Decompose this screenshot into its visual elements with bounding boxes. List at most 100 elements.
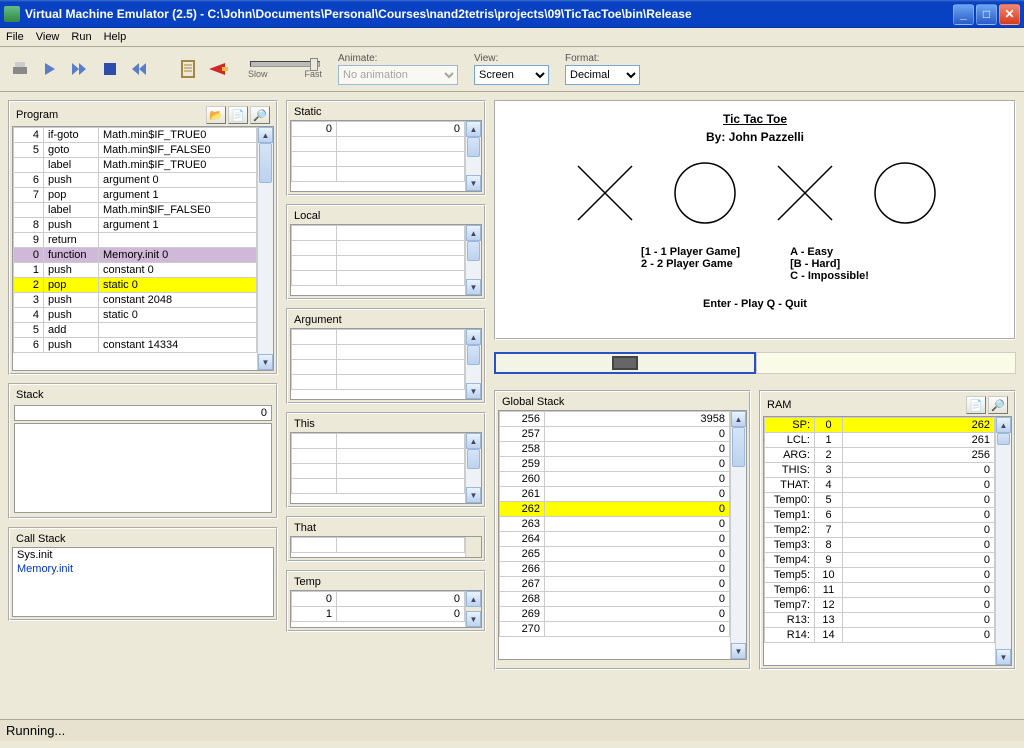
new-icon[interactable]: 📄 — [228, 106, 248, 124]
ram-row[interactable]: Temp4:90 — [765, 553, 995, 568]
callstack-item[interactable]: Sys.init — [13, 548, 273, 562]
table-row[interactable]: 00 — [292, 592, 465, 607]
close-button[interactable]: ✕ — [999, 4, 1020, 25]
open-icon[interactable]: 📂 — [206, 106, 226, 124]
ram-row[interactable]: Temp6:110 — [765, 583, 995, 598]
table-row[interactable]: 2640 — [500, 532, 730, 547]
table-row[interactable]: 2570 — [500, 427, 730, 442]
table-row[interactable]: 2580 — [500, 442, 730, 457]
program-row[interactable]: 5add — [14, 323, 257, 338]
rewind-button[interactable] — [128, 57, 152, 81]
program-row[interactable]: labelMath.min$IF_TRUE0 — [14, 158, 257, 173]
table-row[interactable] — [292, 360, 465, 375]
program-row[interactable]: 3pushconstant 2048 — [14, 293, 257, 308]
ram-row[interactable]: Temp0:50 — [765, 493, 995, 508]
table-row[interactable]: 2680 — [500, 592, 730, 607]
maximize-button[interactable]: □ — [976, 4, 997, 25]
program-row[interactable]: 7popargument 1 — [14, 188, 257, 203]
program-row[interactable]: 8pushargument 1 — [14, 218, 257, 233]
keyboard-input[interactable] — [494, 352, 756, 374]
table-row[interactable] — [292, 241, 465, 256]
table-row[interactable]: 2700 — [500, 622, 730, 637]
ram-scrollbar[interactable]: ▲▼ — [995, 417, 1011, 665]
table-row[interactable] — [292, 137, 465, 152]
table-row[interactable] — [292, 167, 465, 182]
ram-row[interactable]: SP:0262 — [765, 418, 995, 433]
static-scrollbar[interactable]: ▲▼ — [465, 121, 481, 191]
argument-scrollbar[interactable]: ▲▼ — [465, 329, 481, 399]
temp-panel: Temp 0010▲▼ — [286, 570, 486, 632]
table-row[interactable]: 00 — [292, 122, 465, 137]
program-row[interactable]: 6pushconstant 14334 — [14, 338, 257, 353]
ram-row[interactable]: Temp3:80 — [765, 538, 995, 553]
ram-row[interactable]: LCL:1261 — [765, 433, 995, 448]
program-row[interactable]: 0functionMemory.init 0 — [14, 248, 257, 263]
program-row[interactable]: 1pushconstant 0 — [14, 263, 257, 278]
table-row[interactable]: 2690 — [500, 607, 730, 622]
ram-row[interactable]: Temp2:70 — [765, 523, 995, 538]
table-row[interactable] — [292, 434, 465, 449]
callstack-item[interactable]: Memory.init — [13, 562, 273, 576]
table-row[interactable] — [292, 345, 465, 360]
ram-row[interactable]: THAT:40 — [765, 478, 995, 493]
table-row[interactable] — [292, 226, 465, 241]
script-button[interactable] — [176, 57, 200, 81]
fastforward-button[interactable] — [68, 57, 92, 81]
table-row[interactable] — [292, 330, 465, 345]
step-button[interactable] — [38, 57, 62, 81]
table-row[interactable] — [292, 449, 465, 464]
program-row[interactable]: 6pushargument 0 — [14, 173, 257, 188]
ram-row[interactable]: Temp7:120 — [765, 598, 995, 613]
print-button[interactable] — [8, 57, 32, 81]
program-row[interactable]: 5gotoMath.min$IF_FALSE0 — [14, 143, 257, 158]
program-scrollbar[interactable]: ▲▼ — [257, 127, 273, 370]
table-row[interactable] — [292, 256, 465, 271]
ram-row[interactable]: Temp5:100 — [765, 568, 995, 583]
animate-select[interactable]: No animation — [338, 65, 458, 85]
ram-row[interactable]: R13:130 — [765, 613, 995, 628]
ram-search-icon[interactable]: 🔎 — [988, 396, 1008, 414]
minimize-button[interactable]: _ — [953, 4, 974, 25]
globalstack-scrollbar[interactable]: ▲▼ — [730, 411, 746, 659]
menu-run[interactable]: Run — [71, 31, 91, 43]
format-select[interactable]: Decimal — [565, 65, 640, 85]
table-row[interactable]: 2660 — [500, 562, 730, 577]
table-row[interactable]: 2630 — [500, 517, 730, 532]
menu-view[interactable]: View — [36, 31, 60, 43]
program-row[interactable]: 9return — [14, 233, 257, 248]
stop-button[interactable] — [98, 57, 122, 81]
breakpoint-button[interactable] — [206, 57, 230, 81]
that-scrollbar[interactable] — [465, 537, 481, 557]
table-row[interactable]: 2650 — [500, 547, 730, 562]
table-row[interactable]: 2563958 — [500, 412, 730, 427]
table-row[interactable] — [292, 375, 465, 390]
ram-new-icon[interactable]: 📄 — [966, 396, 986, 414]
ram-row[interactable]: Temp1:60 — [765, 508, 995, 523]
speed-slider[interactable] — [250, 61, 320, 67]
program-row[interactable]: labelMath.min$IF_FALSE0 — [14, 203, 257, 218]
menu-file[interactable]: File — [6, 31, 24, 43]
table-row[interactable] — [292, 271, 465, 286]
table-row[interactable]: 2670 — [500, 577, 730, 592]
table-row[interactable] — [292, 538, 465, 553]
search-icon[interactable]: 🔎 — [250, 106, 270, 124]
ram-row[interactable]: THIS:30 — [765, 463, 995, 478]
temp-scrollbar[interactable]: ▲▼ — [465, 591, 481, 627]
table-row[interactable]: 10 — [292, 607, 465, 622]
this-scrollbar[interactable]: ▲▼ — [465, 433, 481, 503]
local-scrollbar[interactable]: ▲▼ — [465, 225, 481, 295]
menu-help[interactable]: Help — [104, 31, 127, 43]
table-row[interactable]: 2610 — [500, 487, 730, 502]
table-row[interactable] — [292, 152, 465, 167]
program-row[interactable]: 4pushstatic 0 — [14, 308, 257, 323]
program-row[interactable]: 4if-gotoMath.min$IF_TRUE0 — [14, 128, 257, 143]
ram-row[interactable]: ARG:2256 — [765, 448, 995, 463]
view-select[interactable]: Screen — [474, 65, 549, 85]
program-row[interactable]: 2popstatic 0 — [14, 278, 257, 293]
table-row[interactable]: 2600 — [500, 472, 730, 487]
table-row[interactable]: 2620 — [500, 502, 730, 517]
table-row[interactable]: 2590 — [500, 457, 730, 472]
table-row[interactable] — [292, 464, 465, 479]
table-row[interactable] — [292, 479, 465, 494]
ram-row[interactable]: R14:140 — [765, 628, 995, 643]
